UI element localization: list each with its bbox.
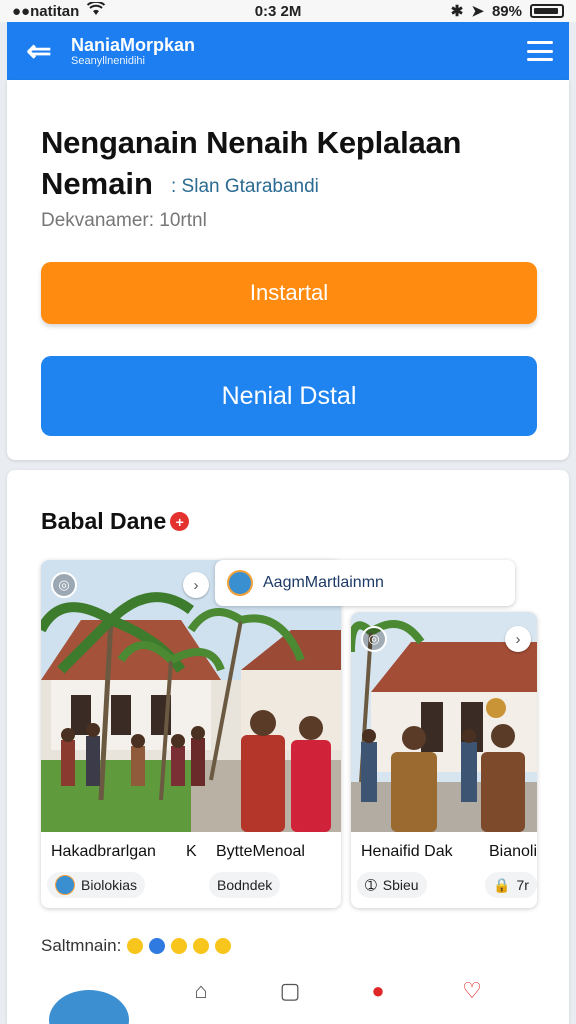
- lock-icon: 🔒: [493, 876, 511, 893]
- tag-label: Bodndek: [217, 877, 273, 893]
- page-title-line2: Nemain: [41, 166, 153, 201]
- home-icon[interactable]: ⌂: [188, 978, 214, 1004]
- post-card[interactable]: ◎ › Henaifid Dak Bianoli ➀ Sbieu 🔒 7r: [351, 612, 537, 908]
- app-title: NaniaMorpkan: [71, 34, 196, 55]
- author-name: Sbieu: [382, 877, 419, 893]
- page-title: Nenganain Nenaih Keplalaan: [41, 125, 462, 160]
- wow-emoji-icon[interactable]: [171, 938, 188, 954]
- bluetooth-icon: ✱: [450, 3, 464, 20]
- post-caption-right: BytteMenoal: [216, 843, 305, 860]
- arrow-icon[interactable]: ›: [183, 572, 209, 598]
- location-icon: ➤: [471, 3, 484, 20]
- popup-label: AagmMartlainmn: [263, 574, 384, 591]
- post-card[interactable]: ◎ › Hakadbrarlgan K BytteMenoal Biolokia…: [41, 560, 341, 908]
- arrow-icon[interactable]: ›: [505, 626, 531, 652]
- reactions-label: Saltmnain:: [41, 936, 122, 955]
- post-caption-right: Bianoli: [489, 843, 537, 860]
- header-card: Nenganain Nenaih Keplalaan Nemain : Slan…: [7, 80, 569, 460]
- like-emoji-icon[interactable]: [149, 938, 166, 954]
- avatar: [55, 875, 75, 895]
- section-title: Babal Dane +: [41, 508, 190, 535]
- profile-avatar[interactable]: [49, 990, 129, 1024]
- wifi-icon: [87, 0, 106, 20]
- author-popup[interactable]: AagmMartlainmn: [215, 560, 515, 606]
- hamburger-menu-icon[interactable]: [525, 38, 555, 64]
- reactions-row: Saltmnain:: [41, 936, 232, 956]
- camera-icon: ◎: [361, 626, 387, 652]
- camera-icon: ◎: [51, 572, 77, 598]
- smile-emoji-icon[interactable]: [127, 938, 144, 954]
- post-caption-mid: K: [186, 843, 197, 860]
- notification-icon[interactable]: ●: [365, 978, 391, 1004]
- author-chip[interactable]: Biolokias: [47, 872, 146, 898]
- carrier-label: ●●natitan: [12, 2, 80, 20]
- section-title-label: Babal Dane: [41, 508, 167, 534]
- post-caption: Hakadbrarlgan: [51, 843, 156, 860]
- app-bar: ⇐ NaniaMorpkan Seanyllnenidihi: [7, 22, 569, 80]
- section-badge: +: [170, 512, 190, 531]
- favorite-icon[interactable]: ♡: [459, 978, 485, 1004]
- primary-button[interactable]: Instartal: [41, 262, 537, 324]
- tag-label: 7r: [516, 877, 529, 893]
- back-arrow-icon[interactable]: ⇐: [21, 33, 57, 69]
- laugh-emoji-icon[interactable]: [193, 938, 210, 954]
- section-card: Babal Dane + AagmMartlainmn ◎ › Hakadbra…: [7, 470, 569, 1024]
- tag-chip[interactable]: 🔒 7r: [485, 872, 537, 898]
- status-bar: ●●natitan 0:3 2M ✱ ➤ 89%: [0, 0, 576, 22]
- tag-chip[interactable]: Bodndek: [209, 872, 281, 898]
- avatar: [227, 570, 253, 596]
- mention-icon: ➀: [365, 876, 377, 893]
- author-name: Biolokias: [81, 877, 138, 893]
- clock: 0:3 2M: [254, 2, 302, 20]
- document-icon[interactable]: ▢: [277, 978, 303, 1004]
- battery-icon: [529, 4, 564, 18]
- app-subtitle: Seanyllnenidihi: [71, 54, 145, 67]
- app-title-group: NaniaMorpkan Seanyllnenidihi: [71, 35, 525, 68]
- love-emoji-icon[interactable]: [215, 938, 232, 954]
- post-caption: Henaifid Dak: [361, 843, 453, 860]
- meta-text: Dekvanamer: 10rtnl: [41, 210, 207, 231]
- secondary-button[interactable]: Nenial Dstal: [41, 356, 537, 436]
- battery-percent: 89%: [491, 2, 522, 20]
- location-tag: : Slan Gtarabandi: [171, 176, 319, 197]
- author-chip[interactable]: ➀ Sbieu: [357, 872, 427, 898]
